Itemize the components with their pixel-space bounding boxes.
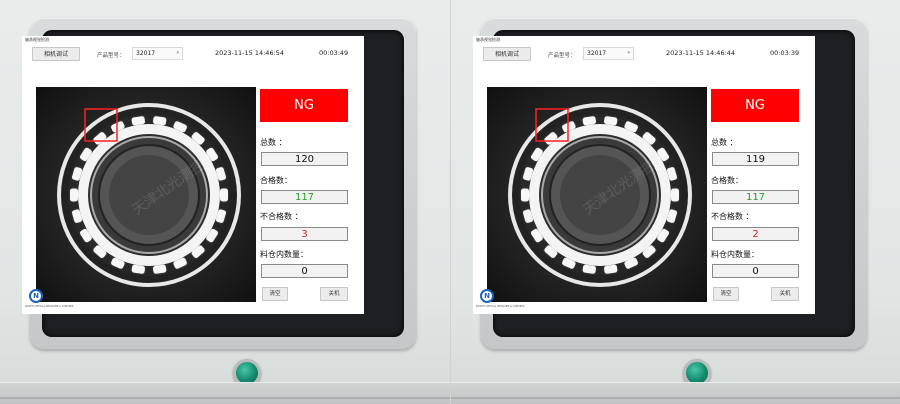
logo-caption: NORTH OPTICAL MEASURE & CONTROL <box>476 305 525 308</box>
product-model-select[interactable]: 32017 ▾ <box>132 47 183 60</box>
clear-button[interactable]: 清空 <box>262 287 288 301</box>
camera-debug-button[interactable]: 相机调试 <box>32 47 80 61</box>
chevron-down-icon: ▾ <box>176 50 179 56</box>
machine-rail <box>0 382 450 404</box>
clear-button[interactable]: 清空 <box>713 287 739 301</box>
bearing-roller <box>520 187 530 203</box>
datetime: 2023-11-15 14:46:54 <box>215 49 285 57</box>
total-value: 120 <box>261 152 348 166</box>
company-logo-icon: N <box>29 289 43 303</box>
product-model-select[interactable]: 32017 ▾ <box>583 47 634 60</box>
total-label: 总数 ： <box>260 138 287 147</box>
shutdown-button[interactable]: 关机 <box>771 287 799 301</box>
shutdown-button[interactable]: 关机 <box>320 287 348 301</box>
product-model-value: 32017 <box>136 50 156 57</box>
status-ng: NG <box>711 89 799 122</box>
product-model-label: 产品型号： <box>97 53 125 59</box>
total-label: 总数 ： <box>711 138 738 147</box>
pass-value: 117 <box>261 190 348 204</box>
app-title: 轴承视觉检测 <box>25 37 49 42</box>
left-photo: 轴承视觉检测 相机调试 产品型号： 32017 ▾ 2023-11-15 14:… <box>0 0 450 404</box>
bin-count-label: 料仓内数量： <box>260 250 308 259</box>
bin-count-value: 0 <box>261 264 348 278</box>
bearing-roller <box>219 187 229 203</box>
company-logo-icon: N <box>480 289 494 303</box>
pass-label: 合格数： <box>260 176 292 185</box>
bin-count-label: 料仓内数量： <box>711 250 759 259</box>
product-model-label: 产品型号： <box>548 53 576 59</box>
bearing-roller <box>670 187 680 203</box>
machine-rail <box>451 382 900 404</box>
camera-view: 天津北光测控 <box>487 87 707 302</box>
bin-count-value: 0 <box>712 264 799 278</box>
pass-value: 117 <box>712 190 799 204</box>
logo-caption: NORTH OPTICAL MEASURE & CONTROL <box>25 305 74 308</box>
elapsed-time: 00:03:49 <box>319 49 349 57</box>
status-ng: NG <box>260 89 348 122</box>
right-photo: 轴承视觉检测 相机调试 产品型号： 32017 ▾ 2023-11-15 14:… <box>450 0 900 404</box>
fail-label: 不合格数 ： <box>260 212 303 221</box>
app-title: 轴承视觉检测 <box>476 37 500 42</box>
bearing-roller <box>69 187 79 203</box>
elapsed-time: 00:03:39 <box>770 49 800 57</box>
fail-value: 3 <box>261 227 348 241</box>
camera-view: 天津北光测控 <box>36 87 256 302</box>
fail-label: 不合格数 ： <box>711 212 754 221</box>
chevron-down-icon: ▾ <box>627 50 630 56</box>
hmi-screen: 轴承视觉检测 相机调试 产品型号： 32017 ▾ 2023-11-15 14:… <box>473 36 815 314</box>
datetime: 2023-11-15 14:46:44 <box>666 49 736 57</box>
camera-debug-button[interactable]: 相机调试 <box>483 47 531 61</box>
hmi-screen: 轴承视觉检测 相机调试 产品型号： 32017 ▾ 2023-11-15 14:… <box>22 36 364 314</box>
pass-label: 合格数： <box>711 176 743 185</box>
fail-value: 2 <box>712 227 799 241</box>
product-model-value: 32017 <box>587 50 607 57</box>
total-value: 119 <box>712 152 799 166</box>
